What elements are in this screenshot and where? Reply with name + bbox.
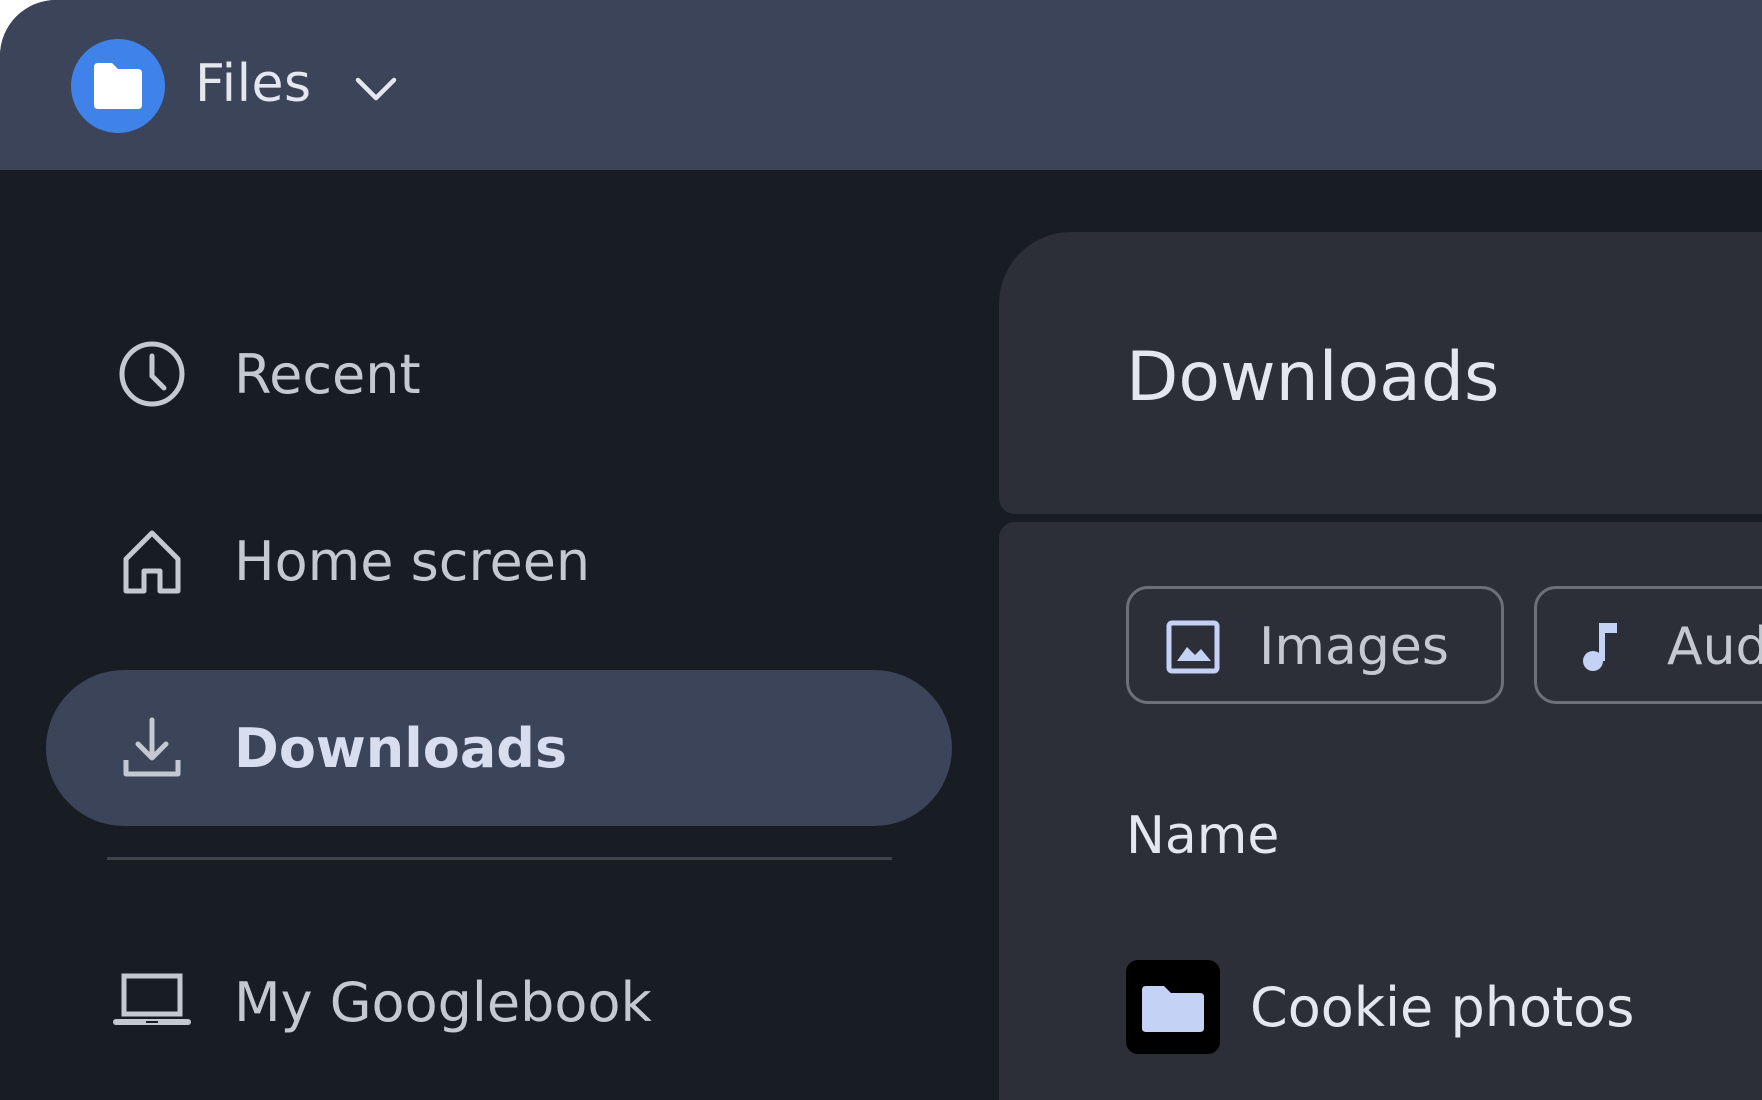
file-row[interactable]: Cookie photos [1126, 960, 1762, 1056]
page-title: Downloads [1126, 338, 1500, 417]
sidebar-item-downloads[interactable]: Downloads [46, 670, 952, 826]
files-app-window: Files Recent Home screen Downloads My Go… [0, 0, 1762, 1100]
filter-chip-label: Audio [1667, 617, 1762, 677]
download-icon [123, 717, 181, 777]
chevron-down-icon[interactable] [352, 66, 400, 114]
folder-icon [94, 63, 142, 109]
sidebar-divider [107, 857, 892, 860]
sidebar-item-recent[interactable]: Recent [46, 296, 952, 452]
file-name: Cookie photos [1250, 976, 1635, 1039]
filter-chip-label: Images [1259, 617, 1449, 677]
sidebar-item-my-googlebook[interactable]: My Googlebook [46, 924, 952, 1080]
music-note-icon [1583, 623, 1617, 671]
file-thumbnail [1126, 960, 1220, 1054]
files-app-icon[interactable] [71, 39, 165, 133]
image-icon [1166, 620, 1220, 674]
sidebar-item-label: Downloads [234, 717, 568, 780]
content-header: Downloads [999, 232, 1762, 514]
filter-chip-audio[interactable]: Audio [1534, 586, 1762, 704]
home-icon [123, 530, 181, 594]
sidebar-item-label: Recent [234, 343, 421, 406]
laptop-icon [113, 973, 191, 1025]
folder-icon [1142, 986, 1204, 1032]
title-bar: Files [0, 0, 1762, 170]
column-header-name[interactable]: Name [1126, 804, 1279, 868]
sidebar-item-home-screen[interactable]: Home screen [46, 483, 952, 639]
clock-icon [119, 341, 185, 407]
app-title[interactable]: Files [195, 52, 312, 116]
filter-chip-images[interactable]: Images [1126, 586, 1504, 704]
sidebar-item-label: Home screen [234, 530, 591, 593]
sidebar-item-label: My Googlebook [234, 971, 652, 1034]
content-panel: Images Audio Name Cookie photos [999, 522, 1762, 1100]
